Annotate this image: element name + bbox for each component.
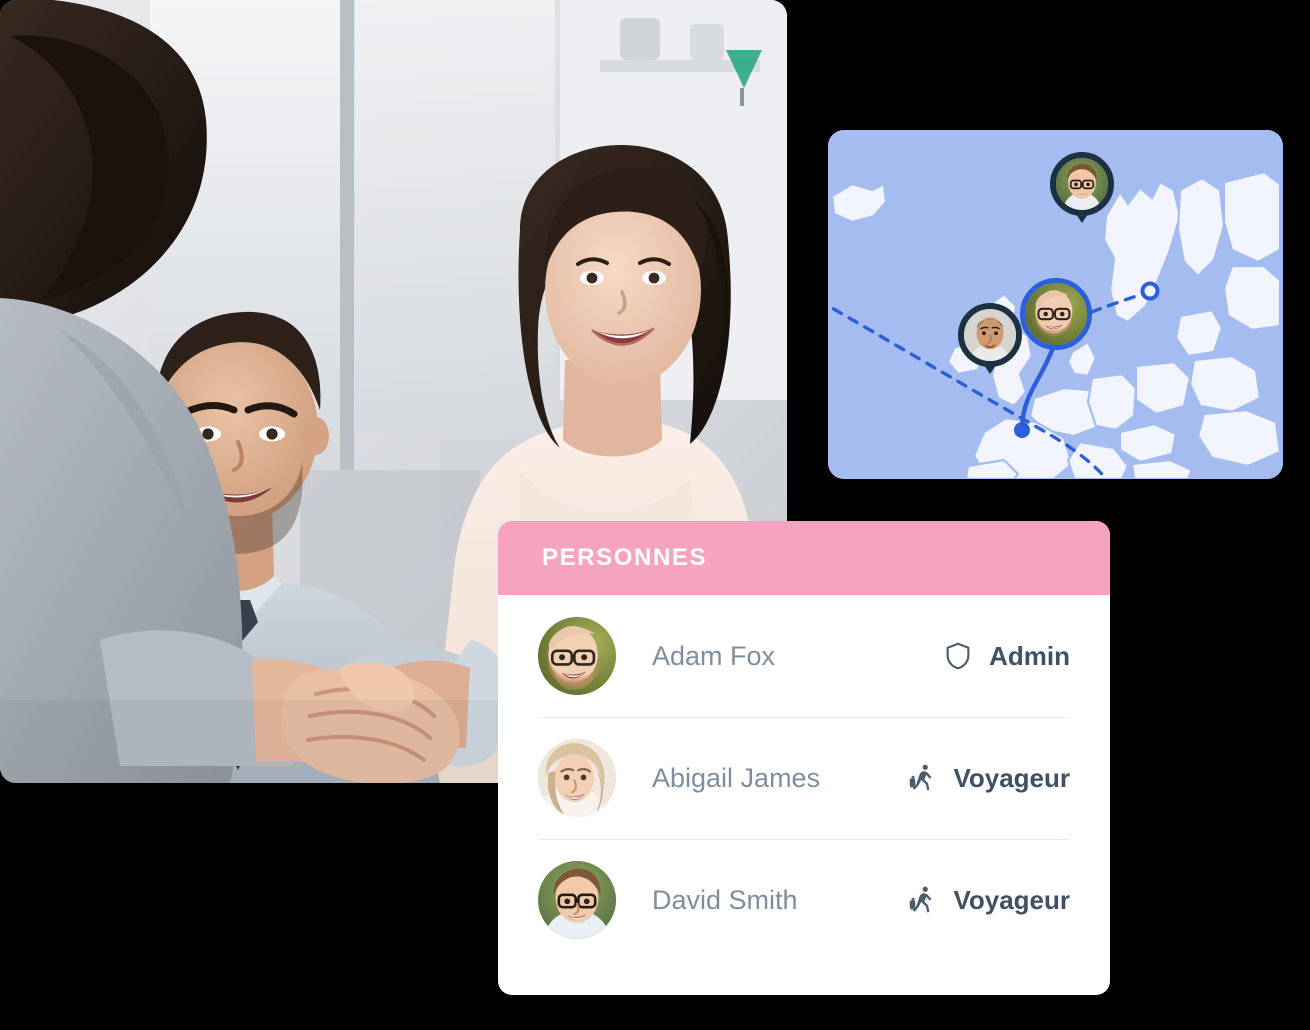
europe-map-card[interactable] bbox=[828, 130, 1283, 479]
shield-icon bbox=[946, 642, 970, 670]
composition-stage: PERSONNES Adam Fox Admin Abigail James V… bbox=[0, 0, 1310, 1030]
person-role: Voyageur bbox=[907, 763, 1070, 794]
person-role-label: Voyageur bbox=[953, 884, 1070, 915]
map-pin-tail bbox=[982, 362, 998, 374]
traveler-walking-icon bbox=[910, 764, 932, 791]
avatar bbox=[538, 617, 616, 695]
route-endpoint-marker bbox=[1140, 281, 1160, 301]
list-item[interactable]: Adam Fox Admin bbox=[538, 595, 1070, 717]
person-name: David Smith bbox=[652, 884, 798, 915]
map-pin-traveler[interactable] bbox=[958, 303, 1022, 374]
people-card: PERSONNES Adam Fox Admin Abigail James V… bbox=[498, 521, 1110, 995]
map-pin-david-smith[interactable] bbox=[1050, 152, 1114, 223]
person-role: Voyageur bbox=[907, 885, 1070, 916]
map-pin-avatar-david-smith bbox=[1050, 152, 1114, 216]
map-pin-adam-fox[interactable] bbox=[1020, 278, 1092, 350]
person-role: Admin bbox=[943, 641, 1070, 672]
people-card-title: PERSONNES bbox=[542, 544, 708, 571]
person-name: Abigail James bbox=[652, 762, 821, 793]
avatar-david-smith bbox=[538, 861, 616, 939]
avatar-abigail-james bbox=[538, 739, 616, 817]
person-role-label: Admin bbox=[989, 640, 1070, 671]
people-list: Adam Fox Admin Abigail James Voyageur Da… bbox=[498, 595, 1110, 961]
person-name: Adam Fox bbox=[652, 640, 776, 671]
avatar-david-smith-map bbox=[1056, 158, 1108, 210]
person-role-label: Voyageur bbox=[953, 762, 1070, 793]
avatar-adam-fox bbox=[538, 617, 616, 695]
map-pin-avatar-traveler bbox=[958, 303, 1022, 367]
list-item[interactable]: David Smith Voyageur bbox=[538, 839, 1070, 961]
avatar bbox=[538, 861, 616, 939]
avatar bbox=[538, 739, 616, 817]
people-card-header: PERSONNES bbox=[498, 521, 1110, 595]
map-pin-tail bbox=[1074, 211, 1090, 223]
avatar-traveler-map bbox=[964, 309, 1016, 361]
map-pin-avatar-adam-fox bbox=[1020, 278, 1092, 350]
route-destination-dot bbox=[1014, 422, 1030, 438]
list-item[interactable]: Abigail James Voyageur bbox=[538, 717, 1070, 839]
avatar-adam-fox-map bbox=[1025, 283, 1087, 345]
traveler-walking-icon bbox=[910, 886, 932, 913]
